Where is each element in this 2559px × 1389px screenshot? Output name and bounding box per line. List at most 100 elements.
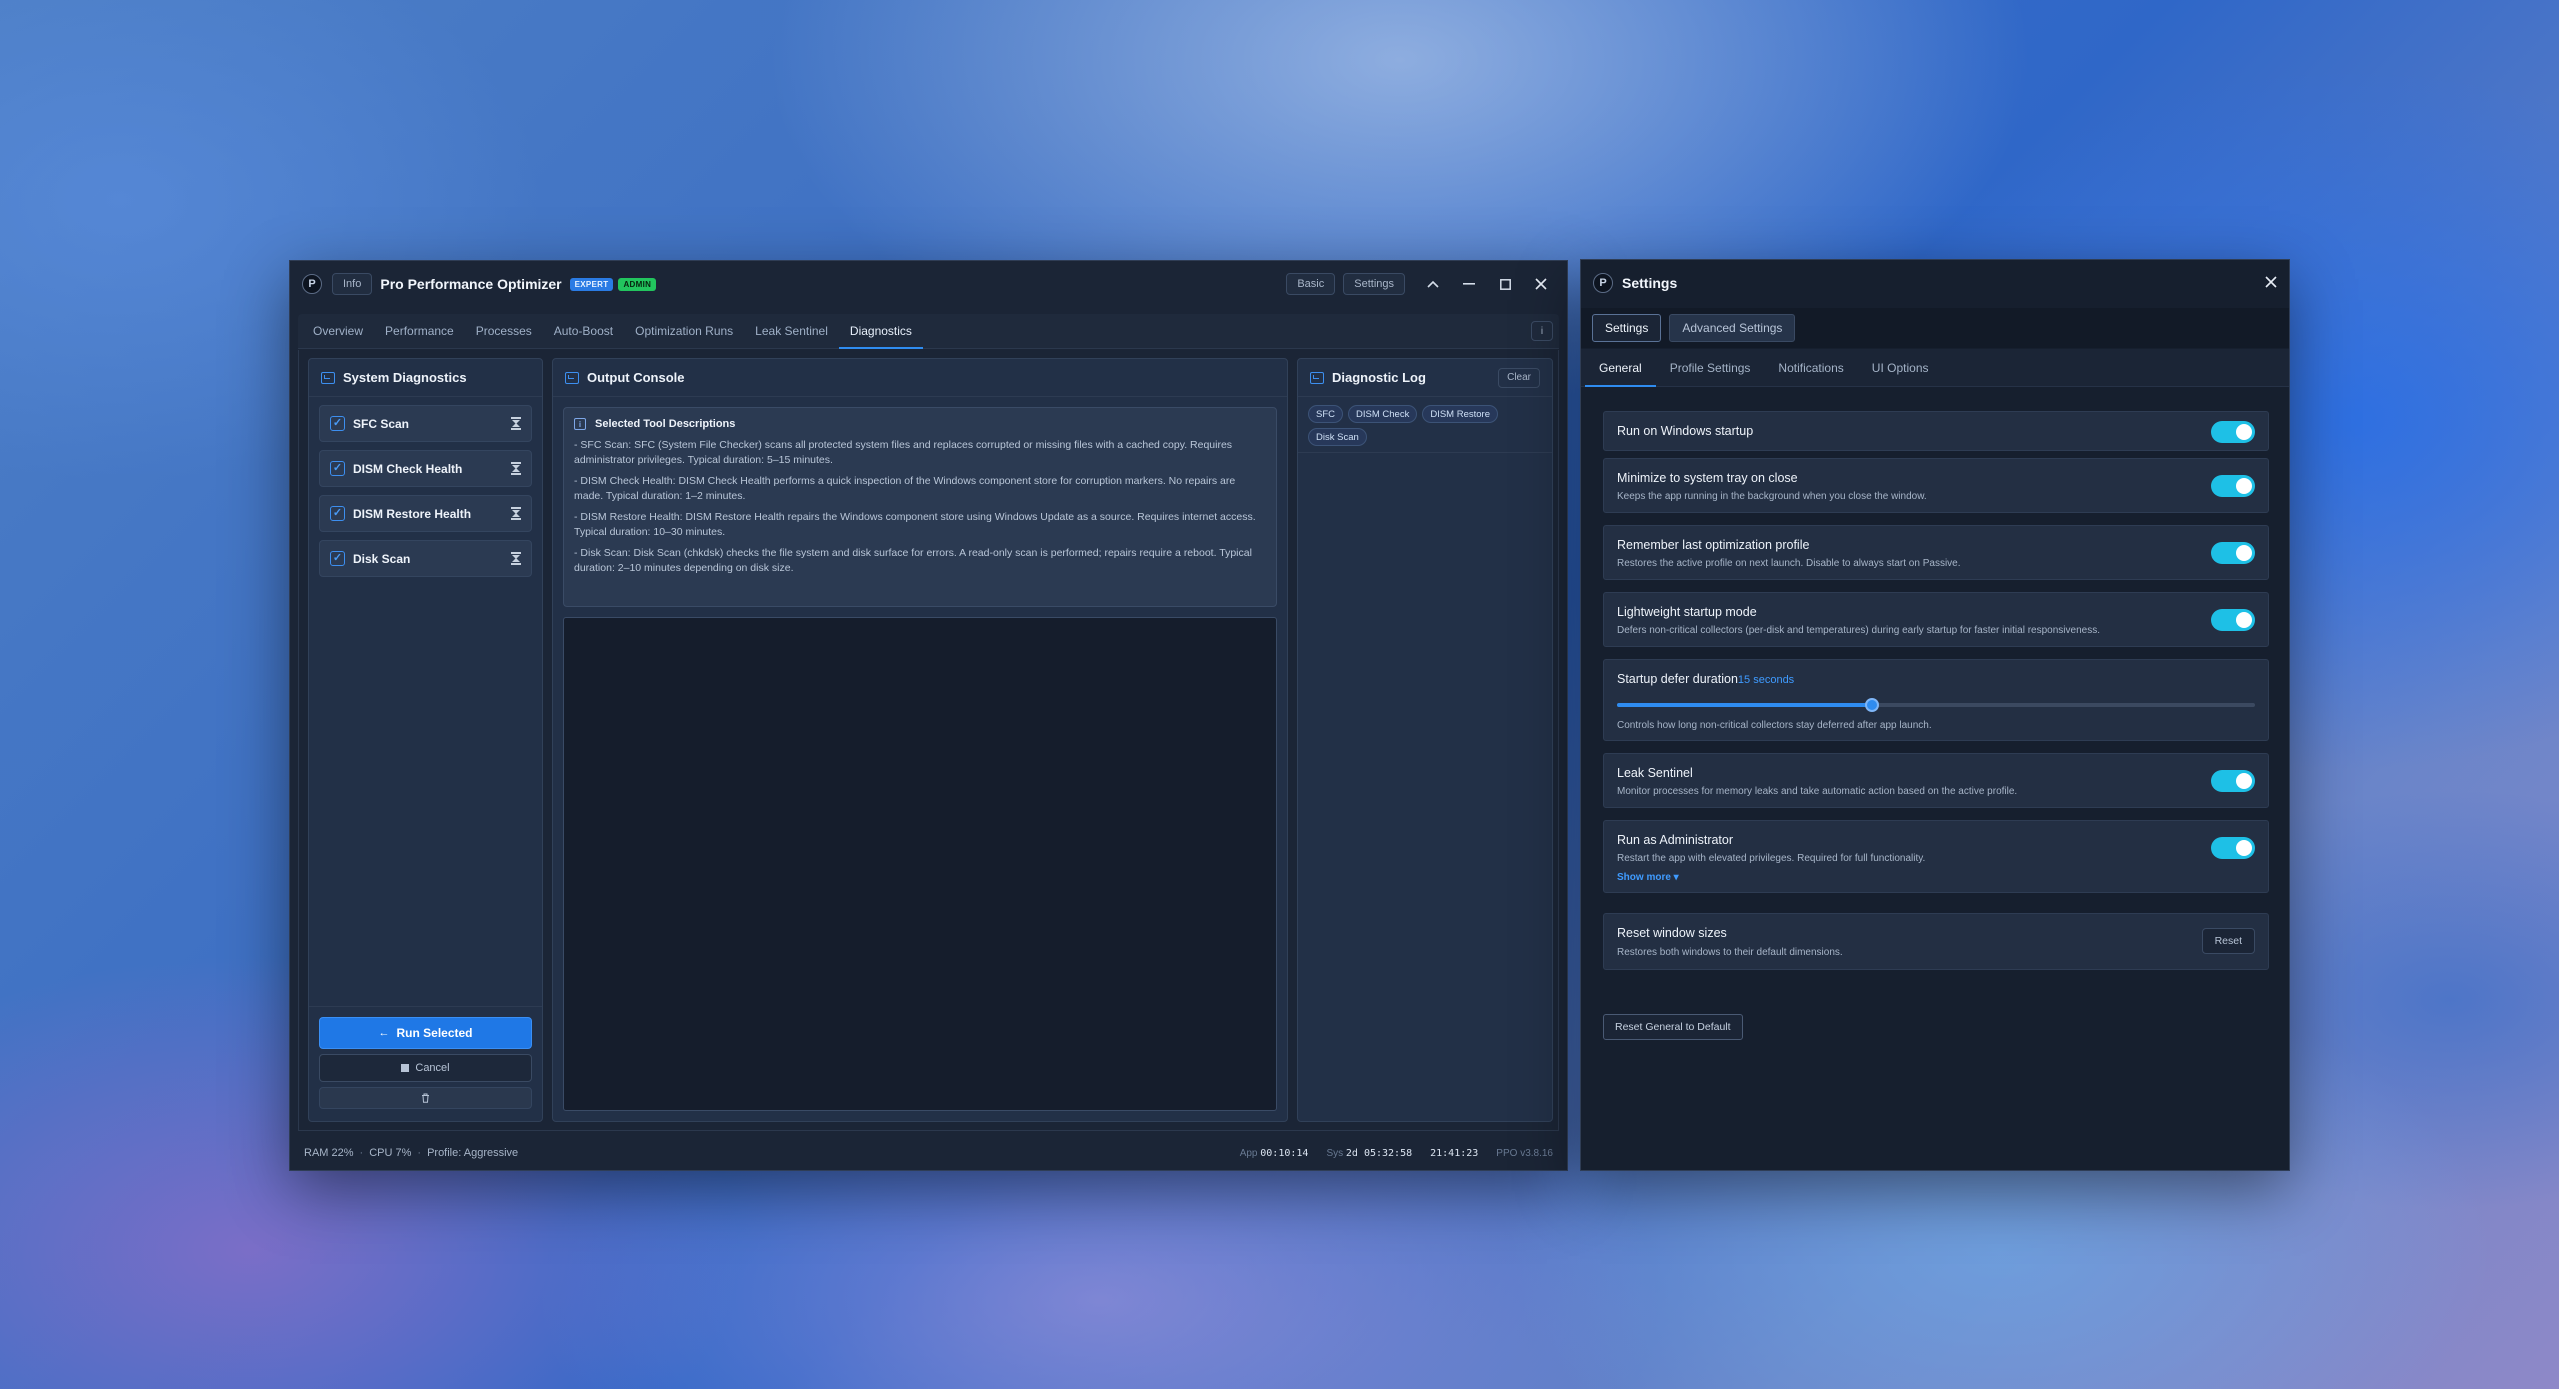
diag-item-dism-check-health[interactable]: ✓ DISM Check Health <box>319 450 532 487</box>
tab-overview[interactable]: Overview <box>302 313 374 348</box>
title-bar: P Info Pro Performance Optimizer EXPERT … <box>290 261 1567 307</box>
tab-settings[interactable]: Settings <box>1592 314 1662 342</box>
info-icon: i <box>574 418 586 430</box>
console-output-area[interactable] <box>563 617 1277 1111</box>
setting-title: Startup defer duration15 seconds <box>1617 672 1794 686</box>
status-separator: · <box>359 1147 364 1159</box>
checkbox-dism-restore-health[interactable]: ✓ <box>330 506 345 521</box>
description-dism-restore: - DISM Restore Health: DISM Restore Heal… <box>574 511 1256 538</box>
setting-description: Controls how long non-critical collector… <box>1617 720 1932 731</box>
tab-notifications[interactable]: Notifications <box>1764 361 1857 386</box>
setting-title: Run as Administrator <box>1617 833 1734 847</box>
hourglass-icon <box>511 552 521 565</box>
chip-dism-check[interactable]: DISM Check <box>1348 405 1418 423</box>
system-diagnostics-title: System Diagnostics <box>343 370 467 385</box>
log-filter-chips: SFC DISM Check DISM Restore Disk Scan <box>1298 397 1552 453</box>
toggle-run-on-startup[interactable] <box>2211 421 2255 443</box>
close-icon[interactable] <box>1527 270 1555 298</box>
setting-run-as-admin: Run as Administrator Restart the app wit… <box>1603 820 2269 893</box>
defer-slider[interactable] <box>1617 698 2255 712</box>
basic-button[interactable]: Basic <box>1286 273 1336 295</box>
setting-title: Reset window sizes <box>1617 926 1727 940</box>
diagnostic-log-panel: Diagnostic Log Clear SFC DISM Check DISM… <box>1297 358 1553 1122</box>
settings-window: P Settings Settings Advanced Settings Ge… <box>1580 259 2290 1171</box>
diag-item-dism-restore-health[interactable]: ✓ DISM Restore Health <box>319 495 532 532</box>
tab-ui-options[interactable]: UI Options <box>1858 361 1943 386</box>
settings-title: Settings <box>1622 275 1678 291</box>
tab-diagnostics[interactable]: Diagnostics <box>838 313 923 349</box>
app-version: PPO v3.8.16 <box>1496 1147 1553 1159</box>
tab-optimization-runs[interactable]: Optimization Runs <box>624 313 744 348</box>
checkbox-sfc-scan[interactable]: ✓ <box>330 416 345 431</box>
defer-slider-thumb[interactable] <box>1865 698 1880 712</box>
checkbox-disk-scan[interactable]: ✓ <box>330 551 345 566</box>
tool-descriptions-title: i Selected Tool Descriptions <box>574 418 1266 430</box>
info-button[interactable]: Info <box>332 273 373 295</box>
clock: 21:41:23 <box>1430 1147 1479 1159</box>
setting-minimize-to-tray: Minimize to system tray on close Keeps t… <box>1603 458 2269 513</box>
setting-description: Restart the app with elevated privileges… <box>1617 853 1926 864</box>
reset-general-default-button[interactable]: Reset General to Default <box>1603 1014 1743 1040</box>
checkbox-dism-check-health[interactable]: ✓ <box>330 461 345 476</box>
expert-badge: EXPERT <box>569 277 614 291</box>
minimize-icon[interactable] <box>1455 270 1483 298</box>
toggle-minimize-to-tray[interactable] <box>2211 475 2255 497</box>
diagnostics-content: System Diagnostics ✓ SFC Scan ✓ DISM Che… <box>298 350 1559 1131</box>
hourglass-icon <box>511 507 521 520</box>
diag-item-label: SFC Scan <box>353 416 410 431</box>
run-selected-button[interactable]: ← Run Selected <box>319 1017 532 1049</box>
diagnostic-log-header: Diagnostic Log Clear <box>1298 359 1552 397</box>
toggle-lightweight-startup[interactable] <box>2211 609 2255 631</box>
clear-log-button[interactable]: Clear <box>1498 367 1540 388</box>
tab-info-icon[interactable]: i <box>1531 321 1553 341</box>
tab-performance[interactable]: Performance <box>374 313 465 348</box>
description-disk-scan: - Disk Scan: Disk Scan (chkdsk) checks t… <box>574 547 1252 574</box>
diag-item-sfc-scan[interactable]: ✓ SFC Scan <box>319 405 532 442</box>
output-console-panel: Output Console i Selected Tool Descripti… <box>552 358 1288 1122</box>
setting-run-on-startup: Run on Windows startup <box>1603 411 2269 451</box>
diag-item-label: Disk Scan <box>353 551 411 566</box>
setting-lightweight-startup: Lightweight startup mode Defers non-crit… <box>1603 592 2269 647</box>
tool-descriptions-heading: Selected Tool Descriptions <box>595 418 736 430</box>
output-console-header: Output Console <box>553 359 1287 397</box>
tab-advanced-settings[interactable]: Advanced Settings <box>1669 314 1796 342</box>
cancel-button[interactable]: Cancel <box>319 1054 532 1082</box>
toggle-run-as-admin[interactable] <box>2211 837 2255 859</box>
chip-dism-restore[interactable]: DISM Restore <box>1422 405 1498 423</box>
tab-profile-settings[interactable]: Profile Settings <box>1656 361 1765 386</box>
reset-window-sizes-button[interactable]: Reset <box>2201 928 2255 954</box>
tab-general[interactable]: General <box>1585 361 1656 387</box>
hourglass-icon <box>511 462 521 475</box>
setting-description: Restores both windows to their default d… <box>1617 947 1843 958</box>
clear-selection-button[interactable] <box>319 1087 532 1109</box>
tool-descriptions: i Selected Tool Descriptions - SFC Scan:… <box>563 407 1277 607</box>
tab-leak-sentinel[interactable]: Leak Sentinel <box>744 313 839 348</box>
chevron-up-icon[interactable] <box>1419 270 1447 298</box>
setting-title: Leak Sentinel <box>1617 766 1693 780</box>
settings-button[interactable]: Settings <box>1343 273 1405 295</box>
toggle-remember-profile[interactable] <box>2211 542 2255 564</box>
diagnostics-icon <box>321 371 335 384</box>
chip-disk-scan[interactable]: Disk Scan <box>1308 428 1367 446</box>
chip-sfc[interactable]: SFC <box>1308 405 1343 423</box>
setting-description: Restores the active profile on next laun… <box>1617 558 1961 569</box>
diagnostics-actions: ← Run Selected Cancel <box>309 1006 542 1121</box>
setting-leak-sentinel: Leak Sentinel Monitor processes for memo… <box>1603 753 2269 808</box>
diag-item-label: DISM Restore Health <box>353 506 472 521</box>
app-title: Pro Performance Optimizer <box>380 276 562 292</box>
setting-title: Remember last optimization profile <box>1617 538 1810 552</box>
close-icon[interactable] <box>2265 275 2277 292</box>
app-logo: P <box>302 274 322 294</box>
main-window: P Info Pro Performance Optimizer EXPERT … <box>289 260 1568 1171</box>
console-icon <box>565 371 579 384</box>
trash-icon <box>422 1093 429 1103</box>
setting-title: Run on Windows startup <box>1617 424 1754 438</box>
diag-item-disk-scan[interactable]: ✓ Disk Scan <box>319 540 532 577</box>
maximize-icon[interactable] <box>1491 270 1519 298</box>
diag-item-label: DISM Check Health <box>353 461 463 476</box>
setting-remember-profile: Remember last optimization profile Resto… <box>1603 525 2269 580</box>
tab-processes[interactable]: Processes <box>465 313 543 348</box>
show-more-link[interactable]: Show more ▾ <box>1617 872 1679 883</box>
toggle-leak-sentinel[interactable] <box>2211 770 2255 792</box>
tab-auto-boost[interactable]: Auto-Boost <box>543 313 624 348</box>
